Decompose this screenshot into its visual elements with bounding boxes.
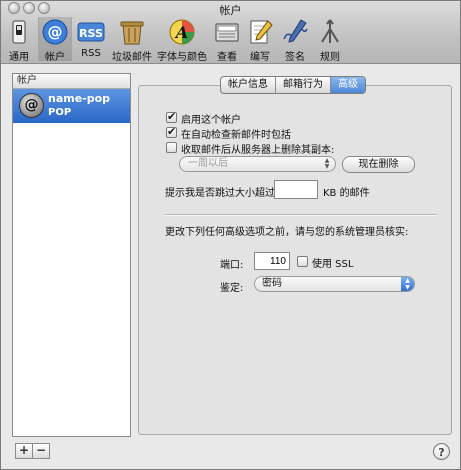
toolbar-item-fonts-colors[interactable]: A 字体与颜色: [156, 17, 208, 63]
size-unit-label: KB 的邮件: [323, 188, 370, 199]
remove-copy-label: 收取邮件后从服务器上删除其副本:: [181, 145, 335, 156]
junk-mail-icon: [120, 21, 144, 45]
toolbar-item-view[interactable]: 查看: [213, 17, 241, 63]
remove-after-popup[interactable]: 一周以后 ▲ ▼: [179, 156, 336, 172]
account-type: POP: [48, 107, 72, 118]
toolbar-item-accounts[interactable]: @ 帐户: [38, 17, 72, 63]
signature-icon: [283, 19, 308, 43]
account-list-header: 帐户: [13, 74, 130, 89]
toolbar-item-junk[interactable]: 垃圾邮件: [111, 17, 153, 63]
auth-value: 密码: [262, 278, 282, 289]
toolbar-item-signatures[interactable]: 签名: [281, 17, 309, 63]
svg-text:@: @: [48, 23, 63, 41]
remove-now-button[interactable]: 现在删除: [342, 156, 415, 173]
toolbar-item-rss[interactable]: RSS RSS: [75, 17, 107, 61]
toolbar-label-signatures: 签名: [285, 52, 305, 63]
port-field[interactable]: [254, 252, 290, 270]
auth-label: 鉴定:: [220, 283, 244, 294]
at-sign-icon: @: [19, 93, 44, 118]
account-item[interactable]: @ name-pop POP: [13, 89, 130, 123]
popup-arrows-icon: ▲ ▼: [324, 157, 330, 170]
toolbar-label-view: 查看: [217, 52, 237, 63]
section-divider: [165, 214, 437, 216]
rules-icon: [321, 19, 339, 43]
remove-copy-checkbox[interactable]: [166, 142, 177, 153]
toolbar: 帐户 通用 @ 帐户 RSS RSS 垃圾邮件 A 字体与颜色 查看 编写 签名…: [1, 1, 460, 64]
help-button[interactable]: ?: [433, 443, 450, 460]
toolbar-item-compose[interactable]: 编写: [246, 17, 274, 63]
popup-arrows-icon: ▲ ▼: [401, 277, 414, 291]
at-sign-icon: @: [42, 19, 68, 45]
tab-bar: 帐户信息 邮箱行为 高级: [220, 76, 366, 94]
preferences-window: 帐户 通用 @ 帐户 RSS RSS 垃圾邮件 A 字体与颜色 查看 编写 签名…: [0, 0, 461, 470]
toolbar-label-accounts: 帐户: [45, 52, 65, 63]
size-limit-field[interactable]: [274, 180, 318, 199]
use-ssl-label: 使用 SSL: [312, 259, 354, 270]
account-name: name-pop: [48, 92, 111, 105]
port-label: 端口:: [220, 260, 244, 271]
size-prompt-label: 提示我是否跳过大小超过: [165, 188, 275, 199]
remove-after-value: 一周以后: [188, 158, 228, 169]
use-ssl-checkbox[interactable]: [297, 256, 308, 267]
svg-text:A: A: [174, 23, 188, 42]
toolbar-label-junk: 垃圾邮件: [112, 52, 152, 63]
enable-account-label: 启用这个帐户: [181, 115, 241, 126]
view-icon: [215, 23, 239, 42]
toolbar-label-rules: 规则: [320, 52, 340, 63]
remove-account-button[interactable]: −: [32, 443, 50, 459]
svg-text:RSS: RSS: [79, 27, 103, 40]
compose-icon: [250, 20, 273, 44]
toolbar-label-compose: 编写: [250, 52, 270, 63]
tab-mailbox-behaviors[interactable]: 邮箱行为: [276, 77, 331, 93]
switch-icon: [12, 20, 26, 44]
admin-warning-text: 更改下列任何高级选项之前，请与您的系统管理员核实:: [165, 227, 409, 238]
include-auto-check-label: 在自动检查新邮件时包括: [181, 130, 291, 141]
toolbar-label-general: 通用: [9, 52, 29, 63]
toolbar-label-rss: RSS: [81, 48, 101, 59]
include-auto-check-checkbox[interactable]: [166, 125, 177, 138]
tab-account-info[interactable]: 帐户信息: [221, 77, 276, 93]
fonts-colors-icon: A: [169, 19, 195, 45]
auth-popup[interactable]: 密码 ▲ ▼: [254, 276, 415, 292]
toolbar-label-fonts-colors: 字体与颜色: [157, 52, 207, 63]
toolbar-item-rules[interactable]: 规则: [316, 17, 344, 63]
enable-account-checkbox[interactable]: [166, 110, 177, 123]
toolbar-item-general[interactable]: 通用: [5, 17, 33, 63]
tab-advanced[interactable]: 高级: [331, 77, 365, 93]
account-list: 帐户 @ name-pop POP: [12, 73, 131, 437]
rss-icon: RSS: [77, 22, 105, 42]
window-title: 帐户: [219, 4, 242, 17]
add-account-button[interactable]: +: [15, 443, 33, 459]
